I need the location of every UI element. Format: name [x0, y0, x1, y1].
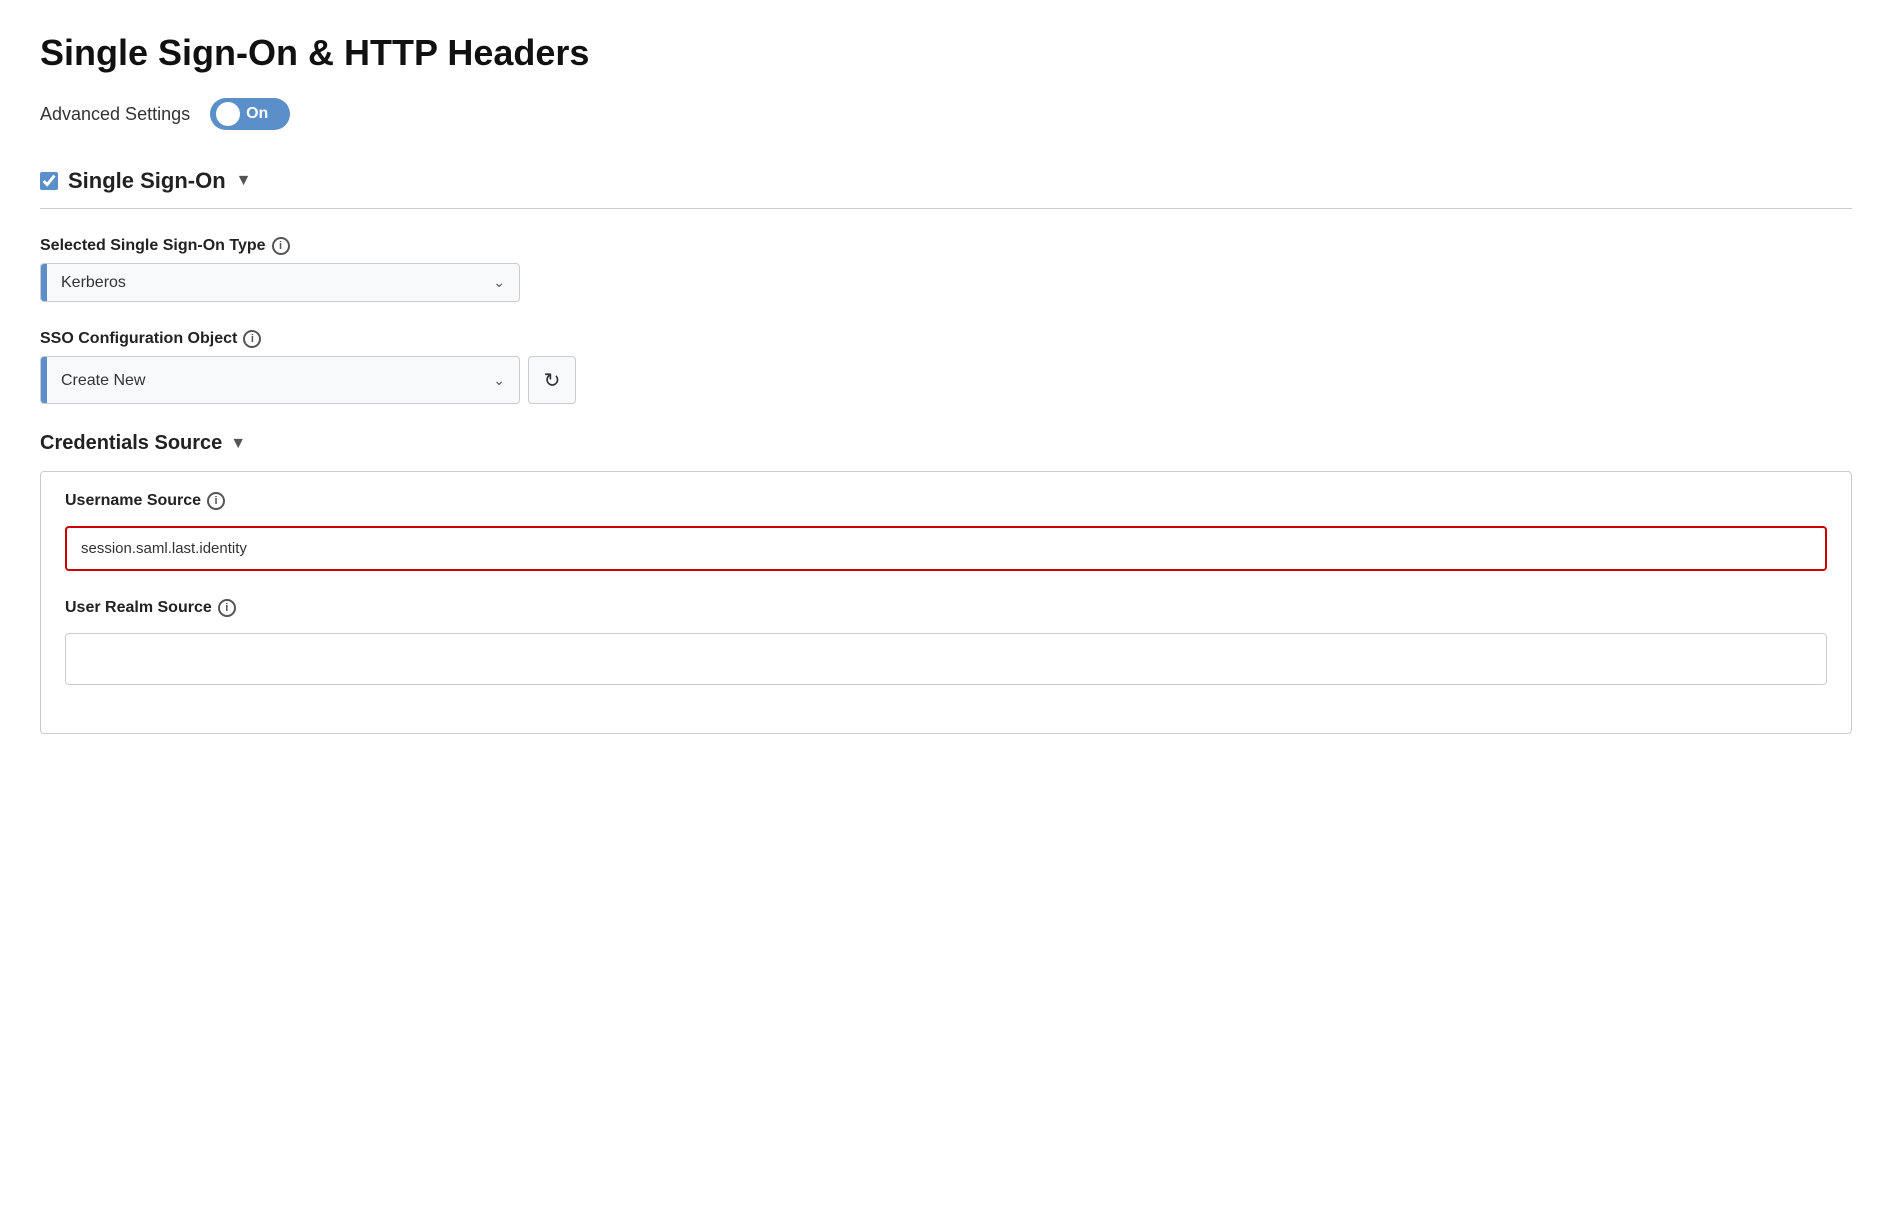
user-realm-input[interactable] [65, 633, 1827, 685]
username-source-label-text: Username Source [65, 492, 201, 510]
username-source-label: Username Source i [65, 492, 1827, 510]
advanced-settings-row: Advanced Settings On [40, 98, 1852, 130]
user-realm-label: User Realm Source i [65, 599, 1827, 617]
section-divider [40, 208, 1852, 209]
sso-type-select-wrapper: Kerberos SAML Basic NTLM ⌄ [40, 263, 520, 302]
sso-section-header: Single Sign-On ▼ [40, 158, 1852, 204]
sso-section-chevron[interactable]: ▼ [236, 172, 252, 190]
advanced-settings-toggle[interactable]: On [210, 98, 290, 130]
username-source-field-group: Username Source i [65, 492, 1827, 571]
user-realm-label-text: User Realm Source [65, 599, 212, 617]
credentials-title: Credentials Source [40, 432, 222, 455]
sso-section-title: Single Sign-On [68, 168, 226, 194]
sso-config-label: SSO Configuration Object i [40, 330, 1852, 348]
sso-type-label: Selected Single Sign-On Type i [40, 237, 1852, 255]
sso-config-refresh-button[interactable]: ↻ [528, 356, 576, 404]
toggle-label: On [246, 105, 268, 123]
sso-form-section: Selected Single Sign-On Type i Kerberos … [40, 237, 1852, 734]
sso-config-info-icon[interactable]: i [243, 330, 261, 348]
username-source-info-icon[interactable]: i [207, 492, 225, 510]
sso-type-label-text: Selected Single Sign-On Type [40, 237, 266, 255]
username-source-input[interactable] [65, 526, 1827, 571]
sso-config-chevron-icon: ⌄ [479, 357, 519, 403]
credentials-section: Credentials Source ▼ Username Source i U… [40, 432, 1852, 734]
sso-config-field-group: SSO Configuration Object i Create New ⌄ … [40, 330, 1852, 404]
credentials-box: Username Source i User Realm Source i [40, 471, 1852, 734]
sso-config-label-text: SSO Configuration Object [40, 330, 237, 348]
user-realm-info-icon[interactable]: i [218, 599, 236, 617]
credentials-header: Credentials Source ▼ [40, 432, 1852, 455]
toggle-circle [216, 102, 240, 126]
sso-config-row: Create New ⌄ ↻ [40, 356, 1852, 404]
user-realm-field-group: User Realm Source i [65, 599, 1827, 685]
sso-config-select-wrapper: Create New ⌄ [40, 356, 520, 404]
page-title: Single Sign-On & HTTP Headers [40, 32, 1852, 74]
advanced-settings-label: Advanced Settings [40, 104, 190, 125]
sso-type-select[interactable]: Kerberos SAML Basic NTLM [47, 264, 479, 301]
refresh-icon: ↻ [544, 368, 561, 393]
sso-config-select[interactable]: Create New [47, 357, 479, 403]
sso-type-info-icon[interactable]: i [272, 237, 290, 255]
sso-type-chevron-icon: ⌄ [479, 264, 519, 301]
credentials-chevron-icon[interactable]: ▼ [230, 435, 246, 453]
sso-section-checkbox[interactable] [40, 172, 58, 190]
sso-type-field-group: Selected Single Sign-On Type i Kerberos … [40, 237, 1852, 302]
